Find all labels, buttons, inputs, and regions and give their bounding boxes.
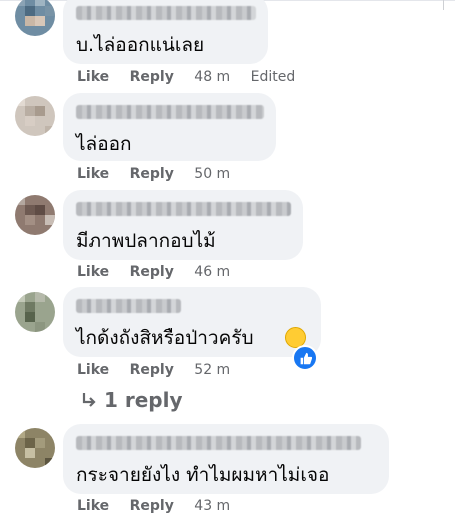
avatar[interactable]	[15, 292, 55, 332]
like-button[interactable]: Like	[77, 166, 109, 182]
comment-bubble: กระจายยังไง ทำไมผมหาไม่เจอ	[63, 424, 389, 494]
reply-arrow-icon	[82, 393, 96, 407]
author-name-blurred[interactable]	[76, 436, 361, 450]
timestamp[interactable]: 46 m	[194, 264, 230, 280]
comment-actions: Like Reply 43 m	[77, 498, 230, 514]
reply-button[interactable]: Reply	[130, 498, 174, 514]
author-name-blurred[interactable]	[76, 202, 291, 216]
comment-bubble: ไล่ออก	[63, 93, 276, 161]
timestamp[interactable]: 43 m	[194, 498, 230, 514]
thumbs-up-icon	[300, 352, 312, 364]
scroll-edge	[443, 0, 444, 10]
timestamp[interactable]: 52 m	[194, 362, 230, 378]
like-button[interactable]: Like	[77, 264, 109, 280]
comment-text: ไกด้งถังสิหรือป่าวครับ	[76, 327, 254, 349]
comment-actions: Like Reply 46 m	[77, 264, 230, 280]
comment-text: ไล่ออก	[76, 133, 132, 155]
avatar[interactable]	[15, 96, 55, 136]
edited-label[interactable]: Edited	[251, 69, 296, 85]
view-replies-button[interactable]: 1 reply	[80, 388, 183, 412]
reply-button[interactable]: Reply	[130, 166, 174, 182]
author-name-blurred[interactable]	[76, 299, 181, 313]
avatar[interactable]	[15, 195, 55, 235]
comment-actions: Like Reply 48 m Edited	[77, 69, 295, 85]
reply-button[interactable]: Reply	[130, 69, 174, 85]
comment-bubble: มีภาพปลากอบไม้	[63, 190, 303, 260]
comment-actions: Like Reply 50 m	[77, 166, 230, 182]
reply-button[interactable]: Reply	[130, 264, 174, 280]
like-button[interactable]: Like	[77, 69, 109, 85]
like-reaction-icon[interactable]	[292, 345, 318, 371]
comment-text: มีภาพปลากอบไม้	[76, 230, 216, 252]
replies-label[interactable]: 1 reply	[104, 388, 183, 412]
avatar[interactable]	[15, 428, 55, 468]
avatar[interactable]	[15, 0, 55, 36]
comment-text: บ.ไล่ออกแน่เลย	[76, 34, 205, 56]
timestamp[interactable]: 48 m	[194, 69, 230, 85]
like-button[interactable]: Like	[77, 498, 109, 514]
comment-actions: Like Reply 52 m	[77, 362, 230, 378]
author-name-blurred[interactable]	[76, 6, 256, 20]
comment-text: กระจายยังไง ทำไมผมหาไม่เจอ	[76, 464, 330, 486]
reply-button[interactable]: Reply	[130, 362, 174, 378]
comment-bubble: ไกด้งถังสิหรือป่าวครับ	[63, 287, 321, 357]
comment-bubble: บ.ไล่ออกแน่เลย	[63, 0, 268, 64]
timestamp[interactable]: 50 m	[194, 166, 230, 182]
like-button[interactable]: Like	[77, 362, 109, 378]
author-name-blurred[interactable]	[76, 105, 264, 119]
